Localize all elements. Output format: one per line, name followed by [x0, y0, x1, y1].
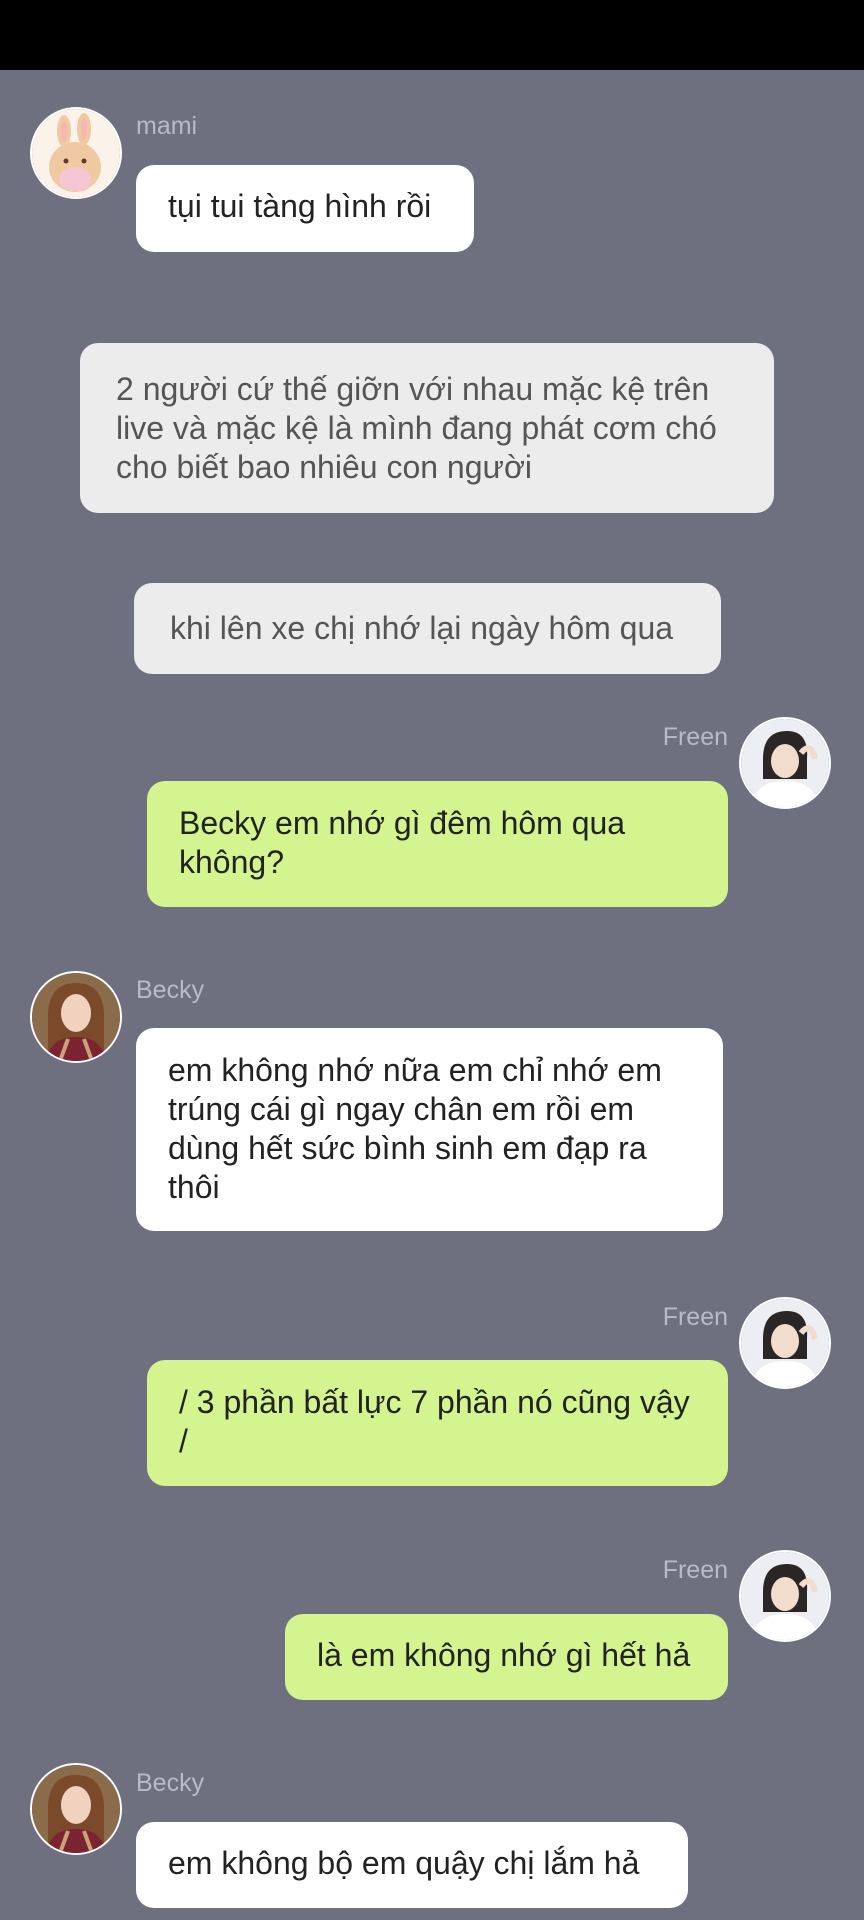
avatar-freen[interactable]: [739, 1550, 831, 1642]
sender-name: Becky: [136, 1769, 205, 1797]
becky-photo: [32, 973, 120, 1061]
message-bubble[interactable]: là em không nhớ gì hết hả: [285, 1614, 728, 1700]
message-text: là em không nhớ gì hết hả: [317, 1637, 691, 1673]
message-bubble[interactable]: Becky em nhớ gì đêm hôm qua không?: [147, 781, 728, 907]
narration-text: 2 người cứ thế giỡn với nhau mặc kệ trên…: [116, 371, 717, 485]
message-bubble[interactable]: tụi tui tàng hình rồi: [136, 165, 474, 252]
freen-photo: [741, 1552, 829, 1640]
status-bar: [0, 0, 864, 70]
bunny-avatar-icon: [32, 109, 120, 197]
sender-name: Freen: [662, 1303, 728, 1331]
avatar-freen[interactable]: [739, 1297, 831, 1389]
freen-photo: [741, 719, 829, 807]
message-bubble[interactable]: em không nhớ nữa em chỉ nhớ em trúng cái…: [136, 1028, 723, 1231]
message-text: em không bộ em quậy chị lắm hả: [168, 1845, 640, 1881]
narration-text: khi lên xe chị nhớ lại ngày hôm qua: [170, 610, 674, 646]
sender-name: Freen: [662, 1556, 728, 1584]
narration-bubble[interactable]: 2 người cứ thế giỡn với nhau mặc kệ trên…: [80, 343, 774, 513]
freen-photo: [741, 1299, 829, 1387]
avatar-becky[interactable]: [30, 1763, 122, 1855]
sender-name: Freen: [662, 723, 728, 751]
message-text: / 3 phần bất lực 7 phần nó cũng vậy /: [179, 1384, 690, 1459]
avatar-becky[interactable]: [30, 971, 122, 1063]
becky-photo: [32, 1765, 120, 1853]
message-text: tụi tui tàng hình rồi: [168, 188, 432, 224]
sender-name: Becky: [136, 976, 205, 1004]
message-bubble[interactable]: / 3 phần bất lực 7 phần nó cũng vậy /: [147, 1360, 728, 1486]
message-text: em không nhớ nữa em chỉ nhớ em trúng cái…: [168, 1052, 662, 1205]
message-text: Becky em nhớ gì đêm hôm qua không?: [179, 805, 626, 880]
avatar-freen[interactable]: [739, 717, 831, 809]
message-bubble[interactable]: em không bộ em quậy chị lắm hả: [136, 1822, 688, 1908]
sender-name: mami: [136, 112, 198, 140]
avatar-mami[interactable]: [30, 107, 122, 199]
narration-bubble[interactable]: khi lên xe chị nhớ lại ngày hôm qua: [134, 583, 721, 674]
